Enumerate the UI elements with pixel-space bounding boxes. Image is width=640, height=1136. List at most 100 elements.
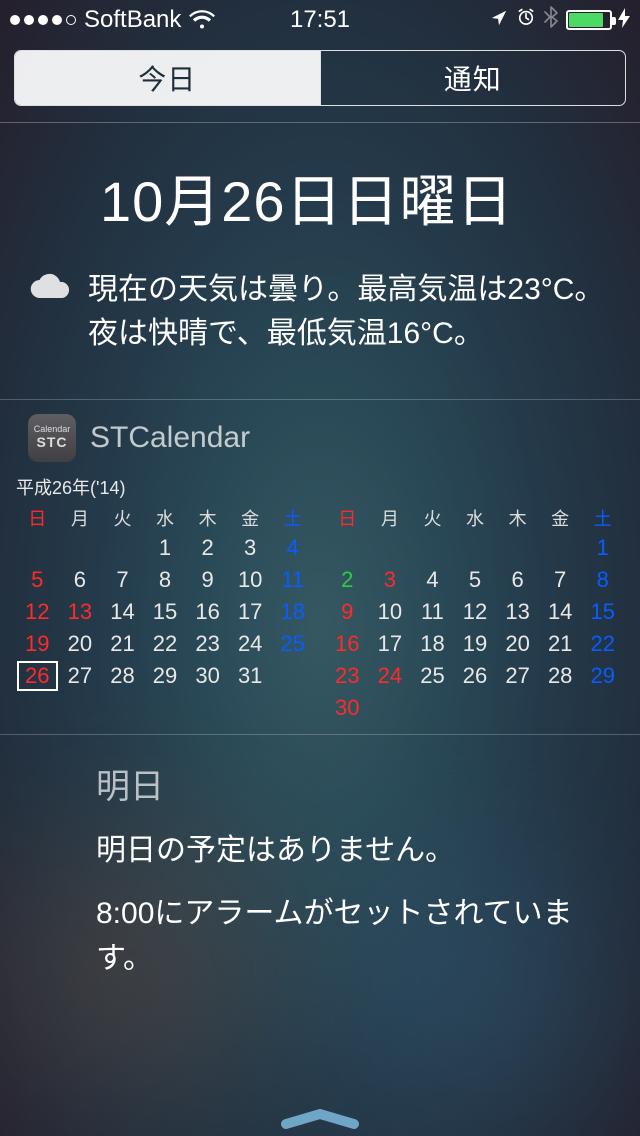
weather-summary: 現在の天気は曇り。最高気温は23°C。夜は快晴で、最低気温16°C。 [0,268,640,399]
calendar-day[interactable]: 17 [369,628,412,660]
calendar-day[interactable]: 3 [369,564,412,596]
calendar-day[interactable]: 23 [186,628,229,660]
era-label: 平成26年('14) [0,472,640,506]
battery-icon [566,10,612,30]
calendar-day[interactable]: 3 [229,532,272,564]
calendar-day [369,692,412,724]
tomorrow-alarm: 8:00にアラームがセットされています。 [0,885,640,993]
pull-handle[interactable] [0,1108,640,1130]
weather-text: 現在の天気は曇り。最高気温は23°C。夜は快晴で、最低気温16°C。 [88,268,612,355]
calendar-day [539,532,582,564]
calendar-day [59,532,102,564]
calendar-day[interactable]: 24 [369,660,412,692]
today-date-heading: 10月26日日曜日 [0,123,640,268]
calendar-day [539,692,582,724]
weekday-label: 木 [496,506,539,532]
calendar-month-left[interactable]: 日月火水木金土123456789101112131415161718192021… [16,506,314,724]
calendar-day[interactable]: 9 [186,564,229,596]
calendar-day[interactable]: 27 [496,660,539,692]
calendar-month-right[interactable]: 日月火水木金土123456789101112131415161718192021… [326,506,624,724]
calendar-day[interactable]: 1 [144,532,187,564]
calendar-day[interactable]: 2 [326,564,369,596]
calendar-day[interactable]: 25 [411,660,454,692]
calendar-day[interactable]: 17 [229,596,272,628]
calendar-day[interactable]: 13 [59,596,102,628]
calendar-day[interactable]: 8 [581,564,624,596]
calendar-day[interactable]: 5 [16,564,59,596]
calendar-day[interactable]: 18 [271,596,314,628]
calendar-day [454,692,497,724]
calendar-day[interactable]: 30 [186,660,229,692]
calendar-day[interactable]: 21 [101,628,144,660]
weekday-label: 水 [454,506,497,532]
calendar-day[interactable]: 26 [454,660,497,692]
calendar-day[interactable]: 6 [496,564,539,596]
calendar-day[interactable]: 21 [539,628,582,660]
calendar-day[interactable]: 14 [101,596,144,628]
calendar-day[interactable]: 28 [101,660,144,692]
calendar-day[interactable]: 26 [16,660,59,692]
status-bar: SoftBank 17:51 [0,0,640,40]
calendar-day[interactable]: 24 [229,628,272,660]
calendar-day[interactable]: 13 [496,596,539,628]
calendar-day[interactable]: 4 [411,564,454,596]
calendar-day[interactable]: 1 [581,532,624,564]
calendar-day[interactable]: 27 [59,660,102,692]
calendar-day[interactable]: 16 [326,628,369,660]
calendar-day[interactable]: 15 [581,596,624,628]
calendar-day [369,532,412,564]
weekday-label: 日 [326,506,369,532]
calendar-day[interactable]: 5 [454,564,497,596]
calendar-day[interactable]: 28 [539,660,582,692]
bluetooth-icon [544,6,558,35]
tab-notifications[interactable]: 通知 [320,51,626,105]
calendar-day[interactable]: 22 [581,628,624,660]
calendar-day[interactable]: 16 [186,596,229,628]
weekday-label: 日 [16,506,59,532]
calendar-day [496,532,539,564]
tomorrow-no-events: 明日の予定はありません。 [0,822,640,885]
calendar-day[interactable]: 11 [411,596,454,628]
calendar-day[interactable]: 9 [326,596,369,628]
calendar-day [411,532,454,564]
calendar-day [326,532,369,564]
tomorrow-section: 明日 明日の予定はありません。 8:00にアラームがセットされています。 [0,735,640,993]
calendar-day[interactable]: 25 [271,628,314,660]
calendar-day[interactable]: 7 [101,564,144,596]
calendar-day[interactable]: 2 [186,532,229,564]
calendar-day[interactable]: 8 [144,564,187,596]
calendar-day[interactable]: 20 [59,628,102,660]
widget-title: STCalendar [90,421,250,455]
calendar-day[interactable]: 31 [229,660,272,692]
calendar-day[interactable]: 11 [271,564,314,596]
calendar-day[interactable]: 14 [539,596,582,628]
calendar-day[interactable]: 10 [369,596,412,628]
calendar-day[interactable]: 4 [271,532,314,564]
weekday-label: 金 [229,506,272,532]
calendar-day[interactable]: 6 [59,564,102,596]
calendar-day[interactable]: 19 [16,628,59,660]
calendar-day [411,692,454,724]
calendar-day[interactable]: 18 [411,628,454,660]
tab-today[interactable]: 今日 [15,51,320,105]
calendar-day[interactable]: 22 [144,628,187,660]
calendar-day[interactable]: 15 [144,596,187,628]
weekday-label: 火 [411,506,454,532]
calendar-day[interactable]: 23 [326,660,369,692]
today-notifications-tabs: 今日 通知 [14,50,626,106]
calendar-day[interactable]: 10 [229,564,272,596]
calendar-day[interactable]: 29 [144,660,187,692]
calendar-day[interactable]: 30 [326,692,369,724]
weekday-label: 火 [101,506,144,532]
calendar-day [496,692,539,724]
calendar-day[interactable]: 7 [539,564,582,596]
cloud-icon [28,268,88,355]
calendar-day[interactable]: 12 [454,596,497,628]
calendar-day[interactable]: 12 [16,596,59,628]
calendar-day[interactable]: 20 [496,628,539,660]
calendar-day[interactable]: 19 [454,628,497,660]
weekday-label: 木 [186,506,229,532]
stcalendar-app-icon[interactable]: Calendar STC [28,414,76,462]
stcalendar-widget: Calendar STC STCalendar 平成26年('14) 日月火水木… [0,399,640,735]
calendar-day[interactable]: 29 [581,660,624,692]
